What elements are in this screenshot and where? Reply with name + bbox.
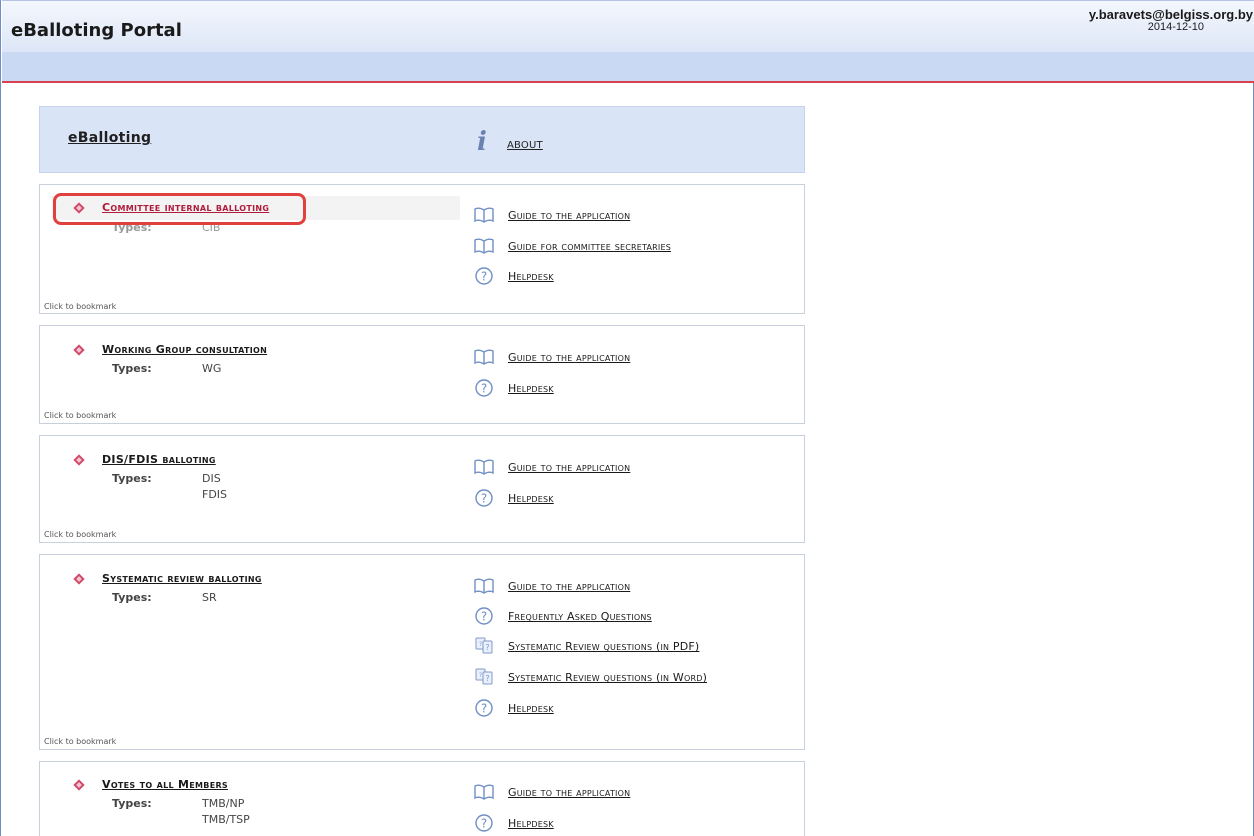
- about-link[interactable]: About: [507, 140, 543, 151]
- eballoting-title[interactable]: eBalloting: [68, 130, 151, 146]
- bookmark-link[interactable]: Click to bookmark: [44, 411, 116, 420]
- link-label[interactable]: Systematic Review questions (in PDF): [508, 640, 699, 653]
- link-label[interactable]: Helpdesk: [508, 492, 554, 505]
- section-title-link[interactable]: Systematic review balloting: [102, 572, 262, 585]
- diamond-bullet-icon: [74, 455, 84, 465]
- link-label[interactable]: Helpdesk: [508, 817, 554, 830]
- help-icon: ?: [475, 814, 493, 832]
- link-label[interactable]: Guide to the application: [508, 351, 630, 364]
- section-title-link[interactable]: DIS/FDIS balloting: [102, 453, 216, 466]
- types-value: DIS: [202, 472, 221, 485]
- info-icon: i: [477, 127, 487, 157]
- svg-text:?: ?: [485, 643, 489, 652]
- bookmark-link[interactable]: Click to bookmark: [44, 737, 116, 746]
- link-label[interactable]: Guide to the application: [508, 786, 630, 799]
- bookmark-link[interactable]: Click to bookmark: [44, 530, 116, 539]
- types-value: FDIS: [202, 488, 228, 501]
- browser-frame: eBalloting Portal y.baravets@belgiss.org…: [0, 0, 1254, 836]
- faq-document-icon: ??: [475, 668, 493, 685]
- section-title-link[interactable]: Votes to all Members: [102, 778, 228, 791]
- navigation-bar: [2, 52, 1254, 83]
- types-value: TMB/NP: [202, 797, 245, 810]
- diamond-bullet-icon: [74, 574, 84, 584]
- svg-text:?: ?: [485, 674, 489, 683]
- section-votes-all-members: Votes to all Members Types: TMB/NP TMB/T…: [39, 761, 805, 836]
- highlight-annotation-box: [53, 193, 306, 225]
- section-dis-fdis: DIS/FDIS balloting Types: DIS FDIS Guide…: [39, 435, 805, 543]
- user-email[interactable]: y.baravets@belgiss.org.by: [1089, 7, 1253, 22]
- help-icon: ?: [475, 607, 493, 625]
- section-working-group: Working Group consultation Types: WG Gui…: [39, 325, 805, 424]
- link-label[interactable]: Guide to the application: [508, 209, 630, 222]
- svg-text:?: ?: [481, 492, 487, 506]
- link-label[interactable]: Frequently Asked Questions: [508, 610, 652, 623]
- help-icon: ?: [475, 489, 493, 507]
- help-icon: ?: [475, 379, 493, 397]
- link-label[interactable]: Guide to the application: [508, 461, 630, 474]
- book-icon: [474, 349, 494, 365]
- types-label: Types:: [112, 362, 152, 375]
- link-label[interactable]: Helpdesk: [508, 702, 554, 715]
- svg-text:?: ?: [481, 382, 487, 396]
- book-icon: [474, 207, 494, 223]
- book-icon: [474, 784, 494, 800]
- types-label: Types:: [112, 591, 152, 604]
- types-label: Types:: [112, 797, 152, 810]
- faq-document-icon: ??: [475, 637, 493, 654]
- svg-text:?: ?: [479, 672, 482, 679]
- section-title-link[interactable]: Working Group consultation: [102, 343, 267, 356]
- types-value: SR: [202, 591, 217, 604]
- link-label[interactable]: Guide for committee secretaries: [508, 240, 671, 253]
- help-icon: ?: [475, 699, 493, 717]
- top-bar: eBalloting Portal y.baravets@belgiss.org…: [2, 0, 1254, 52]
- section-committee-internal: Committee internal balloting Types: CIB …: [39, 184, 805, 314]
- current-date: 2014-12-10: [1147, 21, 1204, 33]
- svg-text:?: ?: [479, 641, 482, 648]
- svg-text:?: ?: [481, 702, 487, 716]
- types-value: WG: [202, 362, 222, 375]
- help-icon: ?: [475, 267, 493, 285]
- bookmark-link[interactable]: Click to bookmark: [44, 302, 116, 311]
- diamond-bullet-icon: [74, 345, 84, 355]
- eballoting-header-panel: eBalloting i About: [39, 106, 805, 173]
- book-icon: [474, 459, 494, 475]
- portal-title: eBalloting Portal: [11, 20, 182, 41]
- book-icon: [474, 578, 494, 594]
- link-label[interactable]: Systematic Review questions (in Word): [508, 671, 707, 684]
- svg-text:?: ?: [481, 610, 487, 624]
- diamond-bullet-icon: [74, 780, 84, 790]
- svg-text:?: ?: [481, 270, 487, 284]
- svg-text:?: ?: [481, 817, 487, 831]
- link-label[interactable]: Guide to the application: [508, 580, 630, 593]
- types-value: TMB/TSP: [202, 813, 250, 826]
- link-label[interactable]: Helpdesk: [508, 382, 554, 395]
- book-icon: [474, 238, 494, 254]
- types-label: Types:: [112, 472, 152, 485]
- section-systematic-review: Systematic review balloting Types: SR Gu…: [39, 554, 805, 750]
- link-label[interactable]: Helpdesk: [508, 270, 554, 283]
